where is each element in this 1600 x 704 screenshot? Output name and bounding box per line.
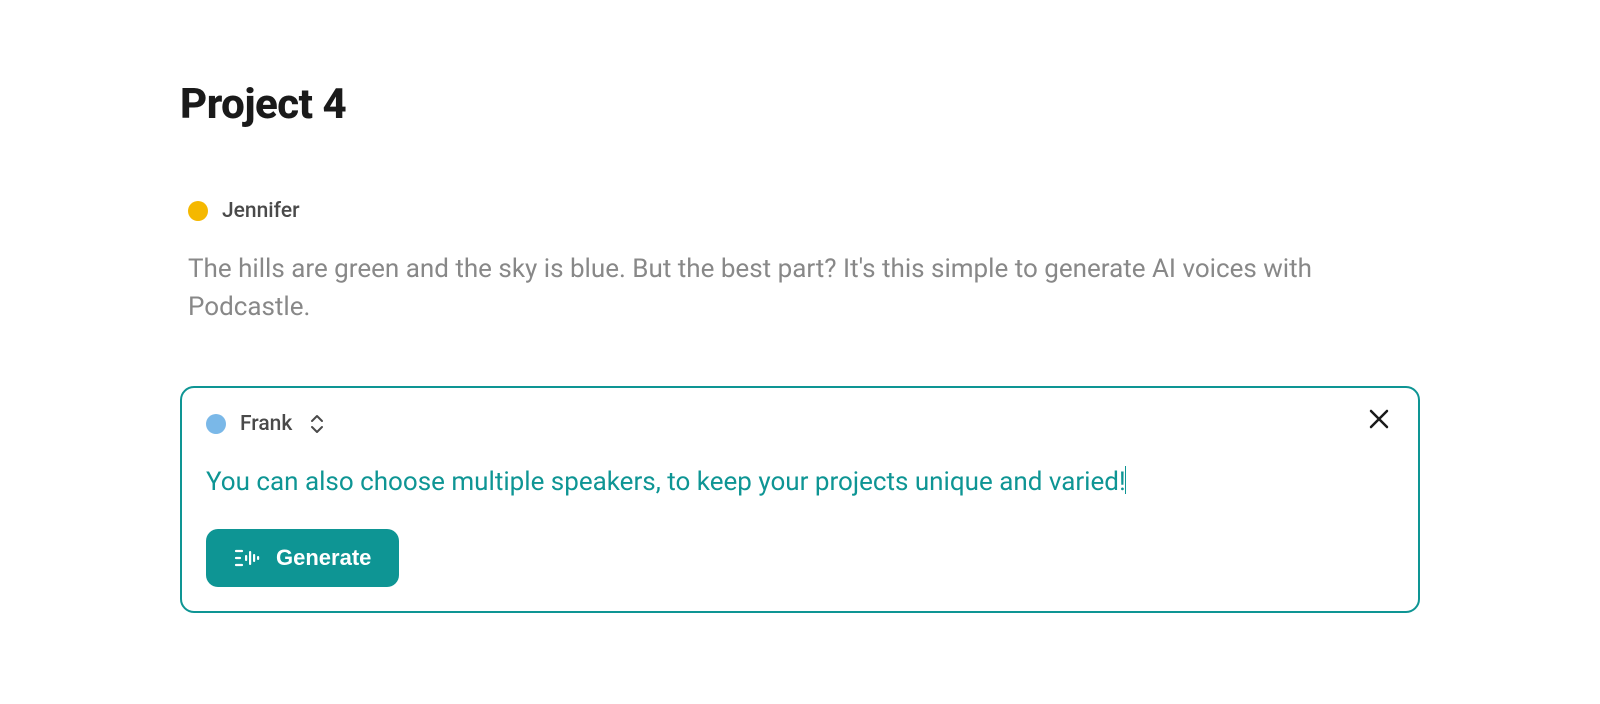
editor-card: Frank You can also choose multiple speak… [180,386,1420,612]
speaker-block: Jennifer The hills are green and the sky… [180,199,1420,326]
close-button[interactable] [1368,408,1390,430]
speaker-dot-icon [206,414,226,434]
editor-text-wrapper[interactable]: You can also choose multiple speakers, t… [206,464,1394,500]
speaker-dot-icon [188,201,208,221]
generate-button[interactable]: Generate [206,529,399,587]
generate-button-label: Generate [276,545,371,571]
page-title: Project 4 [180,80,1420,129]
block-text: The hills are green and the sky is blue.… [188,251,1420,326]
speaker-header: Jennifer [188,199,1420,223]
editor-header: Frank [206,412,1394,436]
generate-waveform-icon [234,547,260,569]
text-cursor-icon [1125,466,1127,494]
speaker-name-label: Jennifer [222,199,300,223]
editor-text[interactable]: You can also choose multiple speakers, t… [206,467,1126,497]
editor-speaker-name: Frank [240,412,292,436]
speaker-selector-icon[interactable] [308,414,326,434]
